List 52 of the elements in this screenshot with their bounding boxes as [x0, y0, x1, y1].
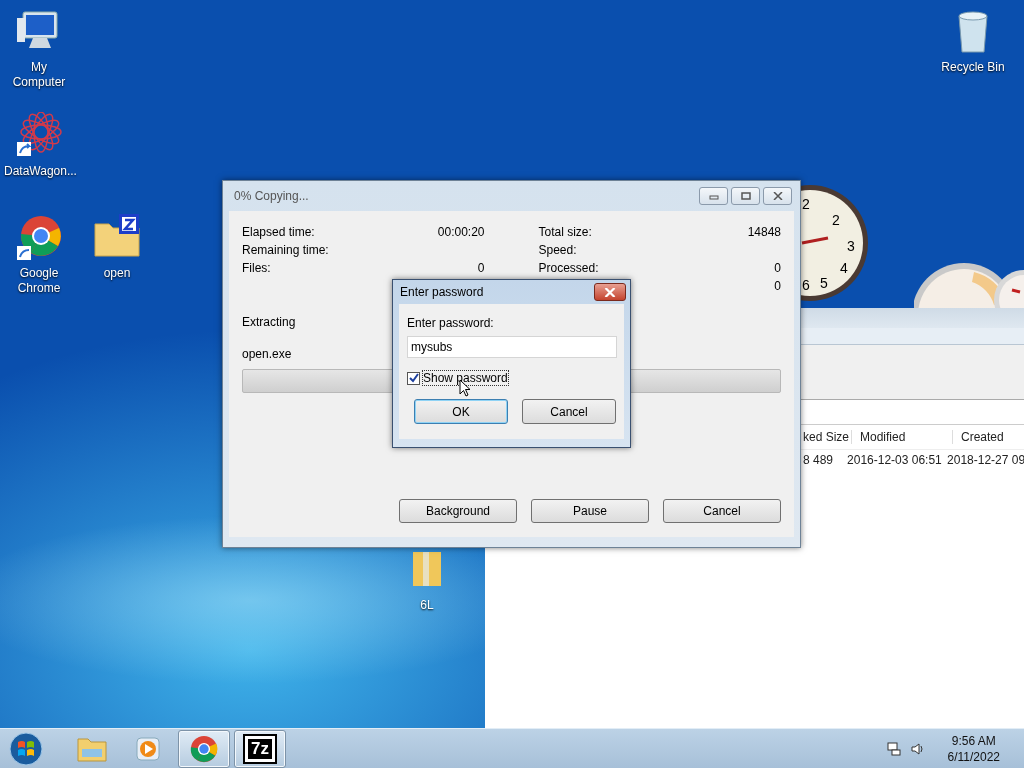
- start-button[interactable]: [8, 730, 44, 767]
- stat-label: Total size:: [538, 224, 592, 241]
- stat-value: 00:00:20: [437, 224, 485, 241]
- window-title: 0% Copying...: [234, 189, 309, 203]
- stat-label: Files:: [242, 260, 271, 277]
- close-icon: [772, 192, 783, 200]
- file-name: open.exe: [242, 347, 292, 361]
- stat-value: 0: [774, 260, 781, 277]
- stat-value: 14848: [747, 224, 781, 241]
- dialog-button[interactable]: OK: [414, 399, 508, 424]
- desktop-icon-label[interactable]: My Computer: [4, 60, 74, 90]
- stat-label: Elapsed time:: [242, 224, 315, 241]
- password-field[interactable]: mysubs: [407, 336, 617, 358]
- maximize-icon: [740, 192, 751, 200]
- desktop-icon-label[interactable]: Recycle Bin: [938, 60, 1008, 75]
- stat-value: 0: [774, 278, 781, 295]
- archiver-taskbar-button[interactable]: 7z: [234, 729, 286, 768]
- operation-label: Extracting: [242, 315, 296, 329]
- speaker-icon[interactable]: [909, 740, 926, 757]
- chrome-icon: [189, 733, 219, 764]
- desktop-icon-label[interactable]: open: [82, 266, 152, 281]
- field-label: Enter password:: [407, 316, 495, 330]
- column-header[interactable]: Modified: [852, 430, 953, 444]
- dialog-button[interactable]: Background: [399, 499, 517, 523]
- minimize-button[interactable]: [699, 187, 728, 205]
- dialog-title: Enter password: [400, 285, 484, 299]
- stat-value: 0: [477, 260, 485, 277]
- dialog-button[interactable]: Pause: [531, 499, 649, 523]
- column-header[interactable]: Created: [953, 430, 1004, 444]
- close-icon: [604, 287, 616, 297]
- play-icon: [134, 734, 162, 763]
- checkbox-label[interactable]: Show password: [423, 371, 508, 385]
- minimize-icon: [708, 192, 719, 200]
- maximize-button[interactable]: [731, 187, 760, 205]
- stat-label: Remaining time:: [242, 242, 329, 259]
- desktop-icon-label[interactable]: DataWagon...: [4, 164, 74, 179]
- table-cell-text: 2018-12-27 09: [946, 453, 1024, 467]
- close-button[interactable]: [594, 283, 626, 301]
- chrome-shortcut-icon[interactable]: [15, 214, 63, 262]
- chrome-taskbar-button[interactable]: [178, 729, 230, 768]
- stat-label: Processed:: [538, 260, 599, 277]
- table-cell-text: 8 489: [803, 453, 835, 467]
- dialog-button[interactable]: Cancel: [522, 399, 616, 424]
- clock[interactable]: 9:56 AM 6/11/2022: [947, 732, 1000, 765]
- dialog-button[interactable]: Cancel: [663, 499, 781, 523]
- table-cell-text: 2016-12-03 06:51: [846, 453, 940, 467]
- stat-label: Speed:: [538, 242, 577, 259]
- network-icon[interactable]: [885, 740, 902, 757]
- desktop-icon-label[interactable]: Google Chrome: [4, 266, 74, 296]
- close-button[interactable]: [763, 187, 792, 205]
- checkbox[interactable]: [407, 371, 420, 385]
- column-header[interactable]: ked Size: [803, 430, 852, 444]
